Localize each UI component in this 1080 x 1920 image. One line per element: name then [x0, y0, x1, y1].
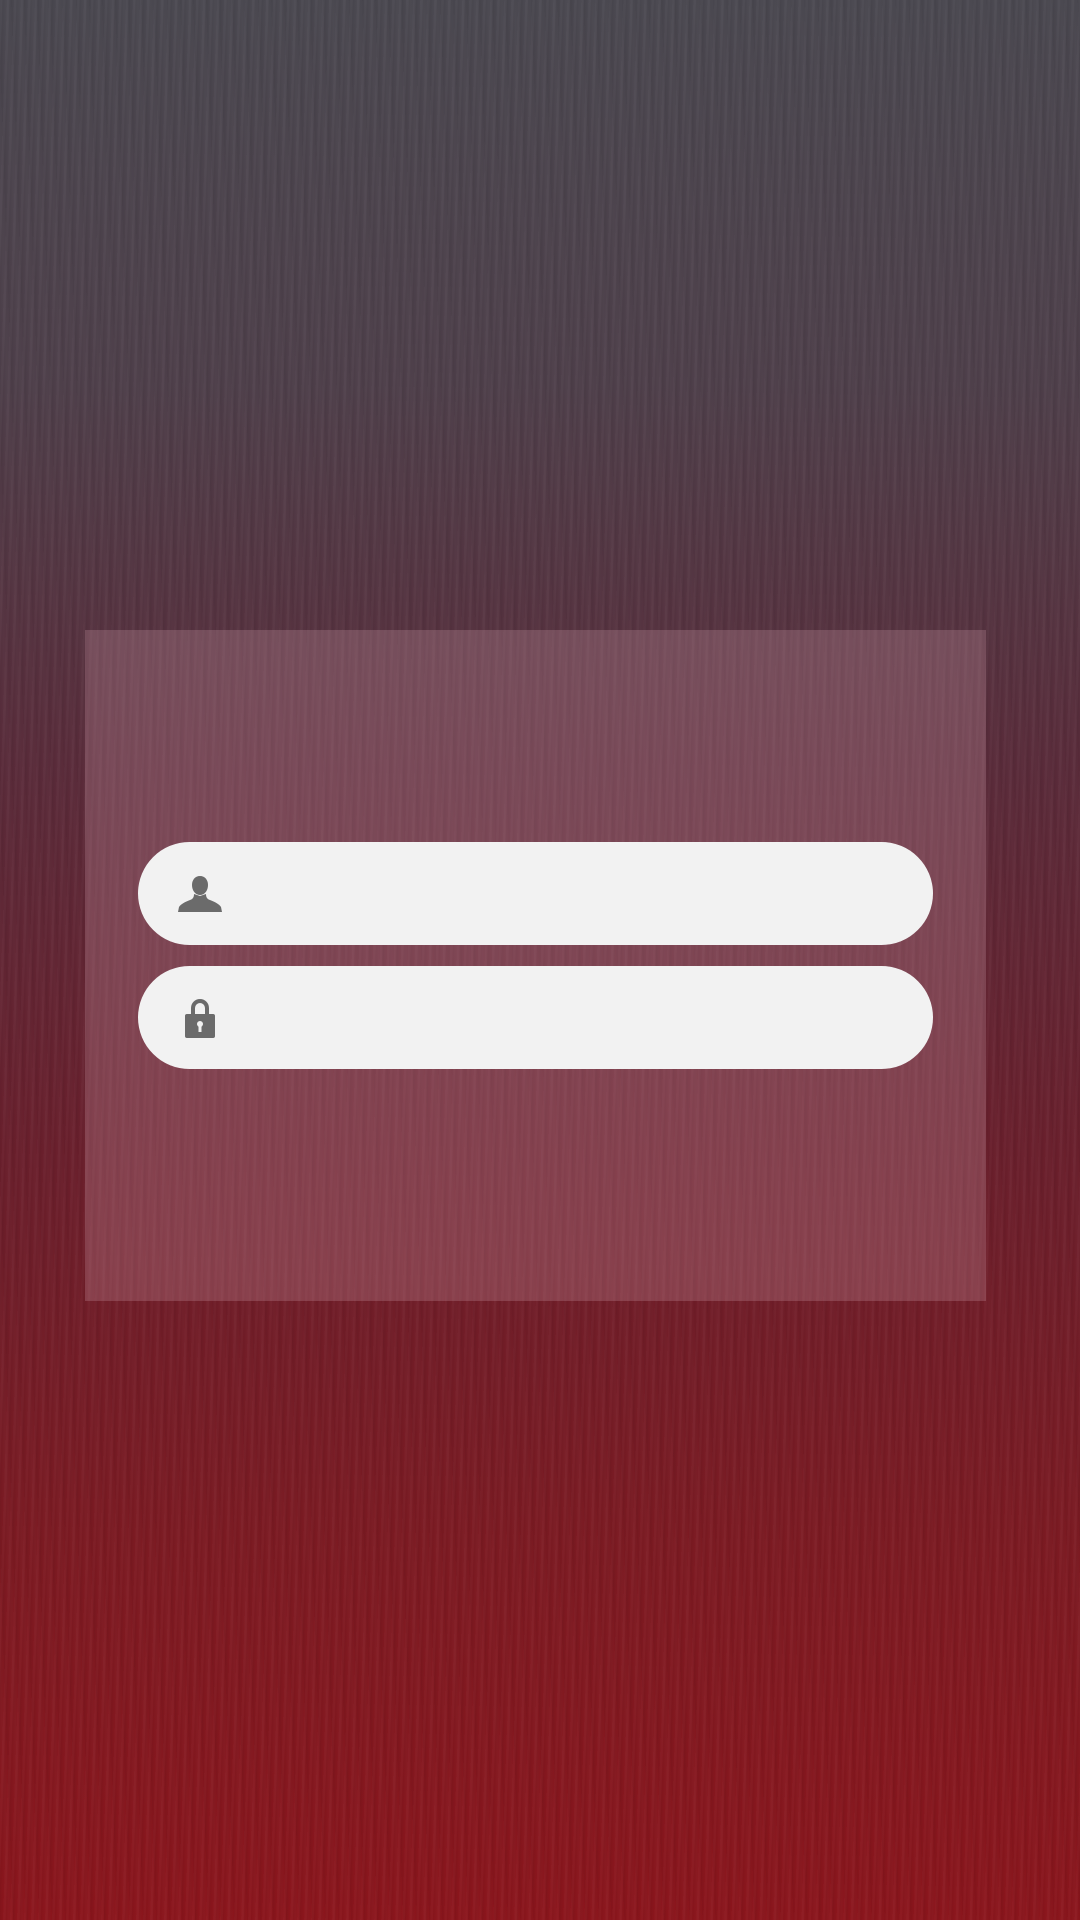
lock-icon [176, 994, 224, 1042]
password-field[interactable] [138, 966, 933, 1069]
password-input[interactable] [224, 966, 933, 1069]
login-card [85, 630, 986, 1301]
username-input[interactable] [224, 842, 933, 945]
username-field[interactable] [138, 842, 933, 945]
user-icon [176, 870, 224, 918]
